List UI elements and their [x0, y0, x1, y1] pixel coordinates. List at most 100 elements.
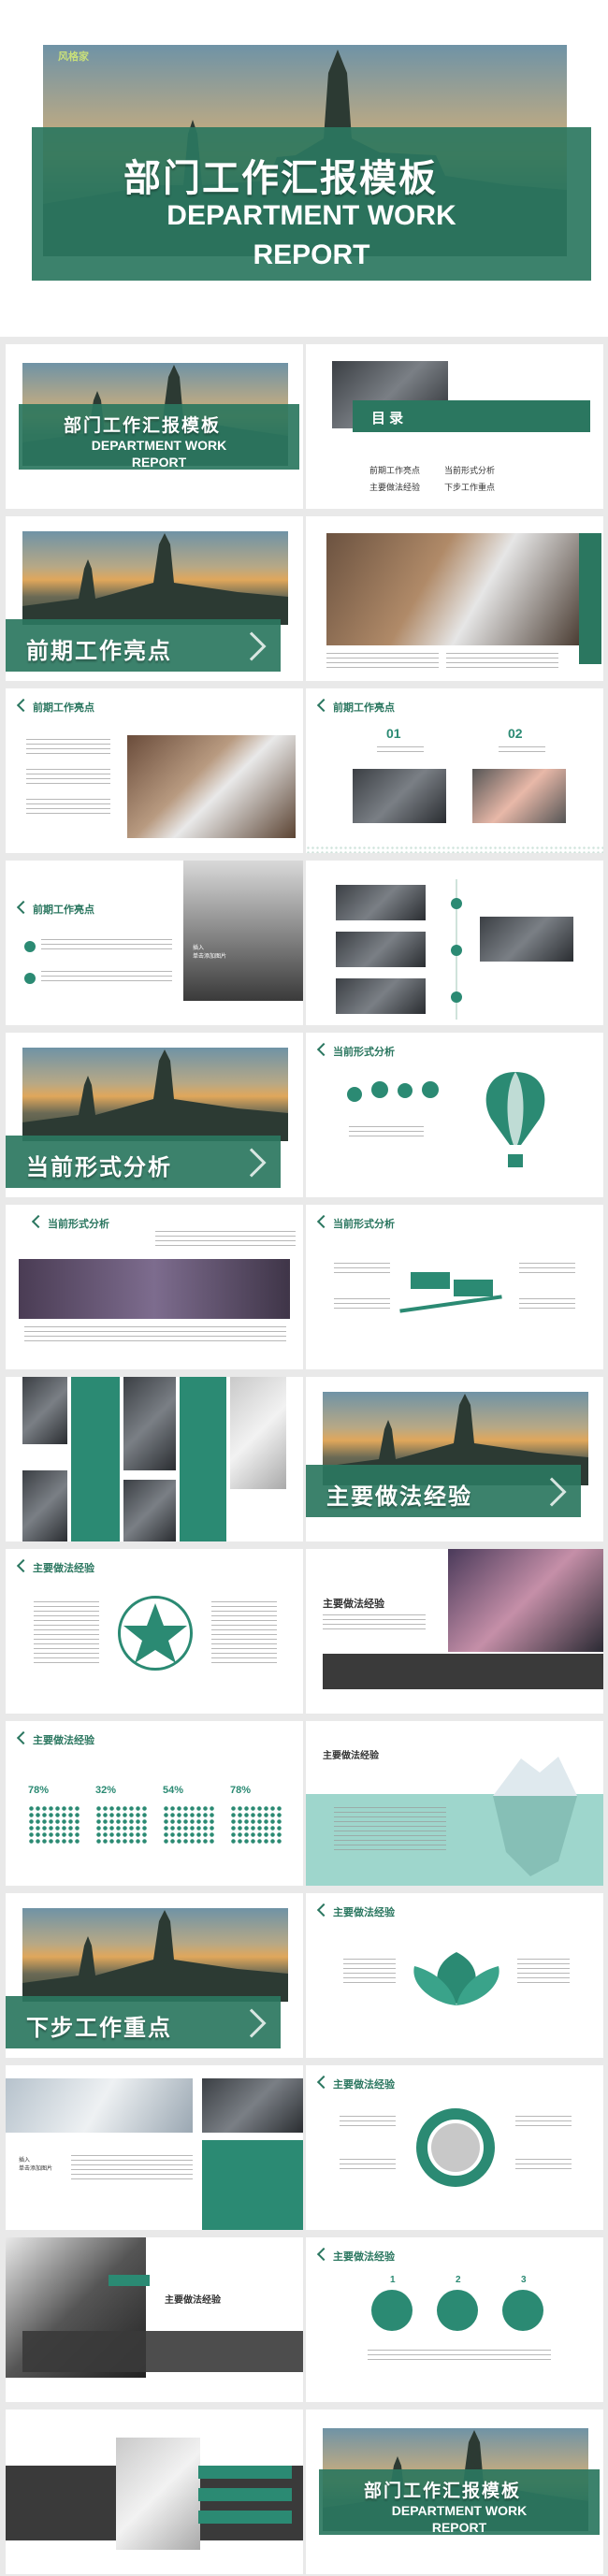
hot-air-balloon-icon [485, 1072, 545, 1167]
thumb-highlight-city[interactable]: 前期工作亮点 插入 单击添加图片 [6, 861, 303, 1025]
toc-title: 目 录 [371, 411, 404, 427]
slide-heading: 主要做法经验 [319, 1904, 395, 1919]
thumb-lotus[interactable]: 主要做法经验 [306, 1893, 603, 2058]
body-text [26, 799, 110, 818]
instagram-icon [502, 2290, 543, 2331]
tile [71, 1377, 120, 1541]
thumb-section-4[interactable]: 下步工作重点 [6, 1893, 303, 2058]
bullet-icon [24, 941, 36, 952]
body-text [340, 2116, 396, 2129]
cover-slide[interactable]: 风格家 部门工作汇报模板 DEPARTMENT WORK REPORT [0, 0, 608, 337]
body-text [323, 1614, 426, 1633]
pct-3: 54% [163, 1785, 184, 1796]
slide-heading: 当前形式分析 [319, 1044, 395, 1059]
laptop-photo [353, 769, 446, 823]
body-text [211, 1601, 277, 1667]
thumb-experience-laptop[interactable]: 主要做法经验 [306, 1549, 603, 1714]
thumb-highlight-imac[interactable]: 前期工作亮点 [6, 688, 303, 853]
star-icon [123, 1603, 187, 1663]
thumb-analysis-banner[interactable]: 当前形式分析 [6, 1205, 303, 1369]
pct-1: 78% [28, 1785, 50, 1796]
thumb-star[interactable]: 主要做法经验 [6, 1549, 303, 1714]
experience-title: 主要做法经验 [323, 1599, 384, 1610]
banner-photo [19, 1259, 290, 1319]
body-text [377, 746, 424, 756]
thumb-section-3[interactable]: 主要做法经验 [306, 1377, 603, 1541]
toc-item-4[interactable]: 下步工作重点 [444, 481, 495, 493]
thumb-section-2[interactable]: 当前形式分析 [6, 1033, 303, 1197]
thumb-percent[interactable]: 主要做法经验 78% 32% 54% 78% [6, 1721, 303, 1886]
step-bar-2 [198, 2488, 292, 2501]
section-title: 主要做法经验 [326, 1484, 472, 1510]
step-2: 2 [456, 2275, 461, 2285]
num-01: 01 [386, 726, 401, 741]
node [347, 1087, 362, 1102]
body-text [334, 1263, 390, 1276]
thumb-phone[interactable] [306, 516, 603, 681]
toc-item-3[interactable]: 主要做法经验 [369, 481, 420, 493]
body-text [26, 739, 110, 758]
thumb-glasses[interactable]: 主要做法经验 [6, 2237, 303, 2402]
node [371, 1081, 388, 1098]
thumb-airplane[interactable]: 插入 单击添加图片 [6, 2065, 303, 2230]
photo-3 [336, 978, 426, 1014]
node [422, 1081, 439, 1098]
photo [22, 1377, 67, 1444]
twitter-icon [437, 2290, 478, 2331]
thumb-cycle[interactable]: 主要做法经验 [306, 2065, 603, 2230]
photo-4 [480, 917, 573, 962]
body-text [519, 1263, 575, 1276]
experience-title: 主要做法经验 [165, 2295, 221, 2306]
body-text [519, 1298, 575, 1311]
dot-grid-4 [230, 1805, 282, 1845]
pct-4: 78% [230, 1785, 252, 1796]
thumb-iceberg[interactable]: 主要做法经验 [306, 1721, 603, 1886]
tag [109, 2275, 150, 2286]
brand-logo: 风格家 [58, 51, 89, 63]
section-title: 下步工作重点 [26, 2016, 172, 2041]
thumb-section-1[interactable]: 前期工作亮点 [6, 516, 303, 681]
title-en-2: REPORT [431, 2520, 487, 2535]
thumb-mosaic[interactable] [6, 1377, 303, 1541]
cover-title-en-1: DEPARTMENT WORK [166, 200, 456, 231]
experience-title: 主要做法经验 [323, 1751, 379, 1761]
step-3: 3 [521, 2275, 527, 2285]
castle-photo [22, 531, 288, 625]
slide-heading: 主要做法经验 [319, 2077, 395, 2091]
thumb-seesaw[interactable]: 当前形式分析 [306, 1205, 603, 1369]
slide-heading: 当前形式分析 [319, 1216, 395, 1231]
castle-photo [22, 1908, 288, 2002]
slide-heading: 主要做法经验 [319, 2249, 395, 2264]
phone-photo [116, 2438, 200, 2550]
dot-grid-2 [95, 1805, 148, 1845]
thumb-timeline[interactable] [306, 861, 603, 1025]
thumb-social[interactable]: 主要做法经验 1 2 3 [306, 2237, 603, 2402]
body-text [155, 1231, 296, 1246]
dot-grid-1 [28, 1805, 80, 1845]
body-text [41, 939, 172, 952]
thumb-toc[interactable]: 目 录 前期工作亮点 当前形式分析 主要做法经验 下步工作重点 [306, 344, 603, 509]
thumb-highlight-laptops[interactable]: 前期工作亮点 01 02 [306, 688, 603, 853]
cover-title-cn: 部门工作汇报模板 [123, 158, 438, 199]
slide-heading: 主要做法经验 [19, 1560, 94, 1575]
dots-decoration [306, 846, 603, 853]
block [411, 1272, 450, 1289]
thumb-cover[interactable]: 部门工作汇报模板 DEPARTMENT WORK REPORT [6, 344, 303, 509]
title-cn: 部门工作汇报模板 [64, 416, 222, 436]
toc-item-2[interactable]: 当前形式分析 [444, 464, 495, 476]
section-title: 当前形式分析 [26, 1155, 172, 1180]
thumb-balloon[interactable]: 当前形式分析 [306, 1033, 603, 1197]
bullet-icon [24, 973, 36, 984]
step-1: 1 [390, 2275, 396, 2285]
num-02: 02 [508, 726, 523, 741]
timeline-node [451, 991, 462, 1003]
thumb-end[interactable]: 部门工作汇报模板 DEPARTMENT WORK REPORT [306, 2410, 603, 2574]
timeline-node [451, 945, 462, 956]
section-title: 前期工作亮点 [26, 639, 172, 664]
toc-item-1[interactable]: 前期工作亮点 [369, 464, 420, 476]
slide-heading: 前期工作亮点 [19, 902, 94, 917]
icon-strip [323, 1654, 603, 1689]
cycle-center-photo [431, 2123, 480, 2172]
thumb-phone-steps[interactable] [6, 2410, 303, 2574]
step-bar-3 [198, 2511, 292, 2524]
